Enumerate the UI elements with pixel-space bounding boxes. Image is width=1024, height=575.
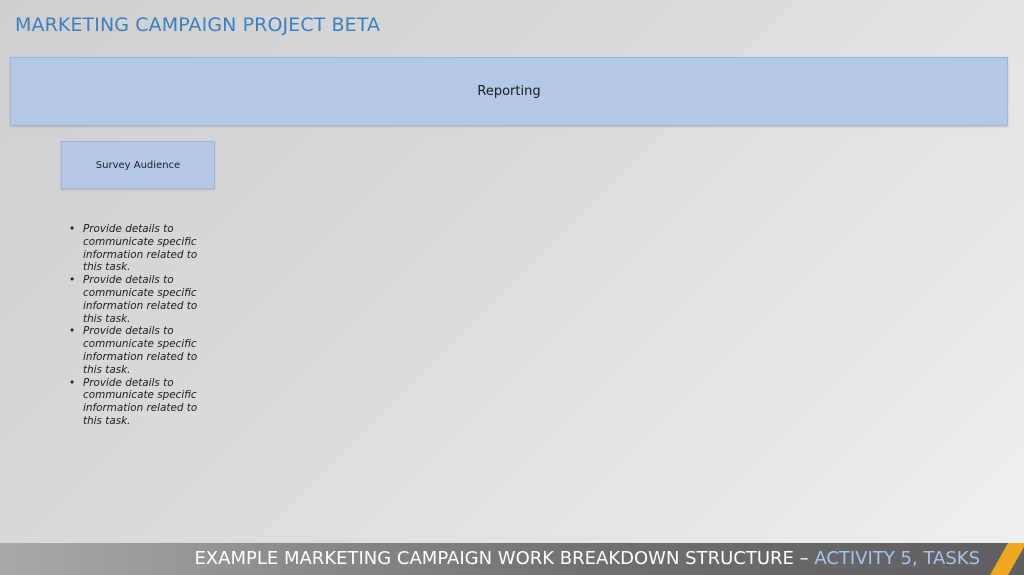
footer-title-main: EXAMPLE MARKETING CAMPAIGN WORK BREAKDOW… bbox=[194, 548, 815, 569]
list-item: • Provide details to communicate specifi… bbox=[66, 325, 206, 376]
list-item-text: Provide details to communicate specific … bbox=[83, 325, 198, 376]
bullet-icon: • bbox=[69, 376, 76, 389]
wbs-sub-task-label: Survey Audience bbox=[95, 159, 181, 171]
wbs-main-task-box[interactable]: Reporting bbox=[10, 57, 1008, 126]
wbs-main-task-label: Reporting bbox=[477, 84, 541, 99]
slide-title: MARKETING CAMPAIGN PROJECT BETA bbox=[15, 14, 381, 36]
list-item: • Provide details to communicate specifi… bbox=[66, 274, 206, 325]
list-item-text: Provide details to communicate specific … bbox=[83, 376, 198, 427]
list-item: • Provide details to communicate specifi… bbox=[66, 223, 206, 274]
bullet-icon: • bbox=[69, 274, 76, 287]
list-item-text: Provide details to communicate specific … bbox=[83, 274, 198, 325]
footer-title: EXAMPLE MARKETING CAMPAIGN WORK BREAKDOW… bbox=[194, 546, 980, 572]
footer-title-accent: ACTIVITY 5, TASKS bbox=[814, 548, 980, 569]
stripe-icon bbox=[990, 543, 1024, 575]
footer-stripe-icon bbox=[990, 543, 1024, 575]
wbs-sub-task-box[interactable]: Survey Audience bbox=[61, 141, 215, 189]
stripe-shape bbox=[990, 543, 1024, 575]
bullet-icon: • bbox=[69, 223, 76, 235]
bullet-icon: • bbox=[69, 325, 76, 338]
task-detail-list: • Provide details to communicate specifi… bbox=[66, 223, 206, 428]
list-item-text: Provide details to communicate specific … bbox=[83, 223, 198, 274]
list-item: • Provide details to communicate specifi… bbox=[66, 377, 206, 428]
